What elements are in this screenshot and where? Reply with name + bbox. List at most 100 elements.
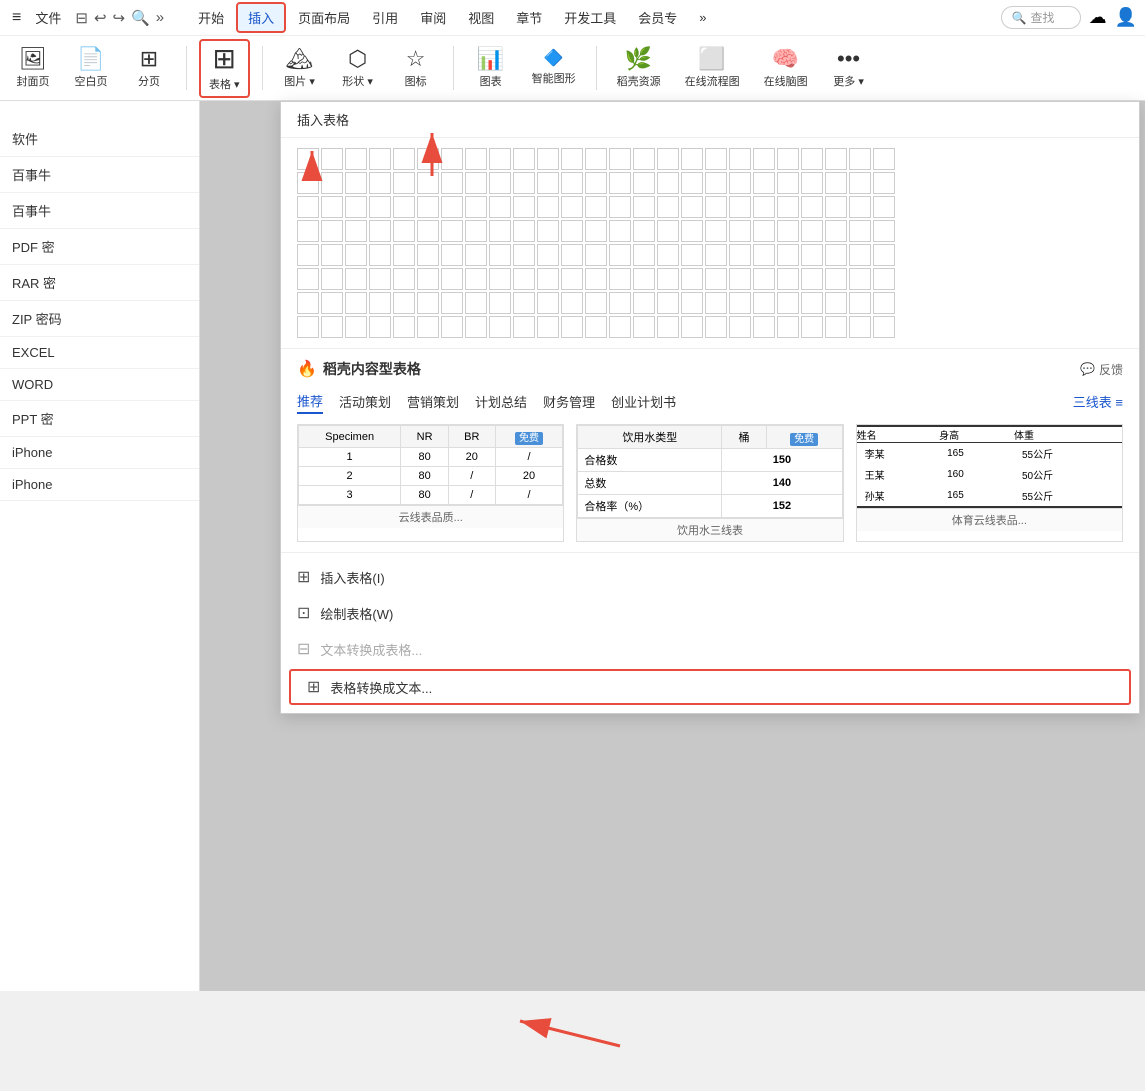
sidebar-item-rar[interactable]: RAR 密 bbox=[0, 265, 199, 301]
online-flow-button[interactable]: ⬜ 在线流程图 bbox=[677, 44, 748, 93]
grid-cell[interactable] bbox=[849, 268, 871, 290]
grid-cell[interactable] bbox=[321, 316, 343, 338]
grid-cell[interactable] bbox=[729, 292, 751, 314]
grid-cell[interactable] bbox=[705, 172, 727, 194]
grid-cell[interactable] bbox=[753, 172, 775, 194]
grid-cell[interactable] bbox=[345, 220, 367, 242]
grid-cell[interactable] bbox=[537, 316, 559, 338]
text-to-table-menu-item[interactable]: ⊟ 文本转换成表格... bbox=[281, 631, 1139, 667]
grid-cell[interactable] bbox=[849, 292, 871, 314]
grid-cell[interactable] bbox=[825, 148, 847, 170]
grid-cell[interactable] bbox=[873, 316, 895, 338]
grid-cell[interactable] bbox=[801, 292, 823, 314]
undo-icon[interactable]: ↩ bbox=[94, 9, 107, 27]
grid-cell[interactable] bbox=[393, 148, 415, 170]
grid-cell[interactable] bbox=[513, 220, 535, 242]
grid-cell[interactable] bbox=[489, 220, 511, 242]
grid-cell[interactable] bbox=[441, 316, 463, 338]
grid-cell[interactable] bbox=[657, 196, 679, 218]
grid-cell[interactable] bbox=[537, 292, 559, 314]
tab-activity[interactable]: 活动策划 bbox=[339, 390, 391, 413]
sidebar-item-pdf[interactable]: PDF 密 bbox=[0, 229, 199, 265]
grid-cell[interactable] bbox=[873, 148, 895, 170]
grid-cell[interactable] bbox=[705, 244, 727, 266]
grid-cell[interactable] bbox=[369, 316, 391, 338]
grid-cell[interactable] bbox=[585, 244, 607, 266]
grid-cell[interactable] bbox=[345, 196, 367, 218]
grid-cell[interactable] bbox=[849, 244, 871, 266]
grid-cell[interactable] bbox=[729, 148, 751, 170]
grid-cell[interactable] bbox=[537, 268, 559, 290]
grid-cell[interactable] bbox=[513, 196, 535, 218]
grid-cell[interactable] bbox=[441, 196, 463, 218]
grid-cell[interactable] bbox=[633, 148, 655, 170]
grid-cell[interactable] bbox=[777, 292, 799, 314]
grid-cell[interactable] bbox=[801, 220, 823, 242]
grid-cell[interactable] bbox=[297, 292, 319, 314]
cover-page-button[interactable]: 🖼 封面页 bbox=[8, 44, 58, 93]
grid-cell[interactable] bbox=[609, 220, 631, 242]
grid-cell[interactable] bbox=[753, 268, 775, 290]
grid-cell[interactable] bbox=[417, 316, 439, 338]
grid-cell[interactable] bbox=[561, 316, 583, 338]
grid-cell[interactable] bbox=[465, 148, 487, 170]
grid-cell[interactable] bbox=[513, 292, 535, 314]
grid-cell[interactable] bbox=[825, 244, 847, 266]
grid-cell[interactable] bbox=[633, 292, 655, 314]
grid-cell[interactable] bbox=[393, 268, 415, 290]
grid-cell[interactable] bbox=[441, 172, 463, 194]
grid-cell[interactable] bbox=[777, 220, 799, 242]
daoke-button[interactable]: 🌿 稻壳资源 bbox=[609, 44, 669, 93]
grid-cell[interactable] bbox=[585, 292, 607, 314]
grid-cell[interactable] bbox=[465, 196, 487, 218]
grid-cell[interactable] bbox=[585, 196, 607, 218]
grid-cell[interactable] bbox=[705, 220, 727, 242]
grid-cell[interactable] bbox=[609, 316, 631, 338]
grid-cell[interactable] bbox=[489, 316, 511, 338]
tab-developer[interactable]: 开发工具 bbox=[554, 4, 626, 31]
grid-cell[interactable] bbox=[657, 316, 679, 338]
tab-vip[interactable]: 会员专 bbox=[628, 4, 687, 31]
grid-cell[interactable] bbox=[441, 244, 463, 266]
grid-cell[interactable] bbox=[297, 196, 319, 218]
grid-cell[interactable] bbox=[657, 292, 679, 314]
grid-cell[interactable] bbox=[465, 244, 487, 266]
grid-cell[interactable] bbox=[513, 172, 535, 194]
grid-cell[interactable] bbox=[753, 220, 775, 242]
grid-cell[interactable] bbox=[417, 268, 439, 290]
grid-cell[interactable] bbox=[345, 148, 367, 170]
grid-cell[interactable] bbox=[633, 196, 655, 218]
tab-layout[interactable]: 页面布局 bbox=[288, 4, 360, 31]
insert-table-menu-item[interactable]: ⊞ 插入表格(I) bbox=[281, 559, 1139, 595]
redo-icon[interactable]: ↪ bbox=[113, 9, 126, 27]
online-mind-button[interactable]: 🧠 在线脑图 bbox=[756, 44, 816, 93]
grid-cell[interactable] bbox=[489, 196, 511, 218]
grid-cell[interactable] bbox=[633, 220, 655, 242]
grid-cell[interactable] bbox=[417, 292, 439, 314]
grid-cell[interactable] bbox=[585, 268, 607, 290]
grid-cell[interactable] bbox=[513, 148, 535, 170]
grid-cell[interactable] bbox=[633, 244, 655, 266]
grid-cell[interactable] bbox=[609, 244, 631, 266]
grid-cell[interactable] bbox=[753, 292, 775, 314]
grid-cell[interactable] bbox=[369, 244, 391, 266]
grid-cell[interactable] bbox=[609, 268, 631, 290]
grid-cell[interactable] bbox=[321, 220, 343, 242]
grid-cell[interactable] bbox=[681, 292, 703, 314]
grid-cell[interactable] bbox=[633, 172, 655, 194]
grid-cell[interactable] bbox=[681, 220, 703, 242]
grid-cell[interactable] bbox=[753, 244, 775, 266]
grid-cell[interactable] bbox=[849, 316, 871, 338]
feedback-button[interactable]: 💬 反馈 bbox=[1080, 361, 1123, 378]
grid-cell[interactable] bbox=[801, 244, 823, 266]
grid-cell[interactable] bbox=[297, 148, 319, 170]
table-to-text-menu-item[interactable]: ⊞ 表格转换成文本... bbox=[289, 669, 1131, 705]
grid-cell[interactable] bbox=[561, 148, 583, 170]
grid-cell[interactable] bbox=[393, 316, 415, 338]
grid-cell[interactable] bbox=[705, 292, 727, 314]
grid-cell[interactable] bbox=[729, 196, 751, 218]
grid-cell[interactable] bbox=[417, 220, 439, 242]
grid-cell[interactable] bbox=[825, 220, 847, 242]
grid-cell[interactable] bbox=[729, 172, 751, 194]
grid-cell[interactable] bbox=[825, 292, 847, 314]
